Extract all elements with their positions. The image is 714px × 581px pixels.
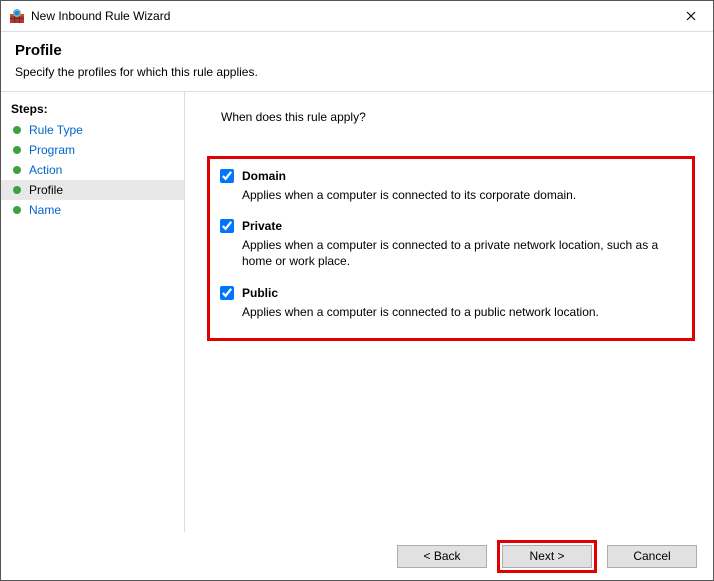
step-label: Profile xyxy=(29,183,63,197)
step-action[interactable]: Action xyxy=(1,160,184,180)
prompt-text: When does this rule apply? xyxy=(221,110,689,124)
option-label: Public xyxy=(242,286,278,300)
option-domain-row[interactable]: Domain xyxy=(220,169,680,183)
step-bullet-icon xyxy=(13,186,21,194)
public-checkbox[interactable] xyxy=(220,286,234,300)
option-public: Public Applies when a computer is connec… xyxy=(220,286,680,320)
step-rule-type[interactable]: Rule Type xyxy=(1,120,184,140)
step-link[interactable]: Action xyxy=(29,163,62,177)
domain-checkbox[interactable] xyxy=(220,169,234,183)
wizard-body: Steps: Rule Type Program Action Profile … xyxy=(1,92,713,532)
option-private: Private Applies when a computer is conne… xyxy=(220,219,680,269)
option-description: Applies when a computer is connected to … xyxy=(242,304,680,320)
option-description: Applies when a computer is connected to … xyxy=(242,187,680,203)
wizard-window: New Inbound Rule Wizard Profile Specify … xyxy=(0,0,714,581)
highlighted-options: Domain Applies when a computer is connec… xyxy=(207,156,695,341)
option-domain: Domain Applies when a computer is connec… xyxy=(220,169,680,203)
option-public-row[interactable]: Public xyxy=(220,286,680,300)
steps-sidebar: Steps: Rule Type Program Action Profile … xyxy=(1,92,185,532)
page-description: Specify the profiles for which this rule… xyxy=(15,65,699,79)
option-private-row[interactable]: Private xyxy=(220,219,680,233)
step-bullet-icon xyxy=(13,206,21,214)
close-button[interactable] xyxy=(668,1,713,31)
content-area: When does this rule apply? Domain Applie… xyxy=(185,92,713,532)
next-highlight: Next > xyxy=(497,540,597,573)
cancel-button[interactable]: Cancel xyxy=(607,545,697,568)
step-link[interactable]: Rule Type xyxy=(29,123,83,137)
firewall-icon xyxy=(9,8,25,24)
wizard-footer: < Back Next > Cancel xyxy=(1,532,713,580)
next-button[interactable]: Next > xyxy=(502,545,592,568)
wizard-header: Profile Specify the profiles for which t… xyxy=(1,32,713,92)
step-bullet-icon xyxy=(13,146,21,154)
page-title: Profile xyxy=(15,42,699,59)
option-label: Private xyxy=(242,219,282,233)
step-program[interactable]: Program xyxy=(1,140,184,160)
private-checkbox[interactable] xyxy=(220,219,234,233)
step-link[interactable]: Program xyxy=(29,143,75,157)
window-title: New Inbound Rule Wizard xyxy=(31,9,668,23)
step-bullet-icon xyxy=(13,166,21,174)
steps-heading: Steps: xyxy=(1,98,184,120)
titlebar: New Inbound Rule Wizard xyxy=(1,1,713,32)
back-button[interactable]: < Back xyxy=(397,545,487,568)
step-bullet-icon xyxy=(13,126,21,134)
step-name[interactable]: Name xyxy=(1,200,184,220)
option-label: Domain xyxy=(242,169,286,183)
step-link[interactable]: Name xyxy=(29,203,61,217)
option-description: Applies when a computer is connected to … xyxy=(242,237,680,269)
step-profile[interactable]: Profile xyxy=(1,180,184,200)
